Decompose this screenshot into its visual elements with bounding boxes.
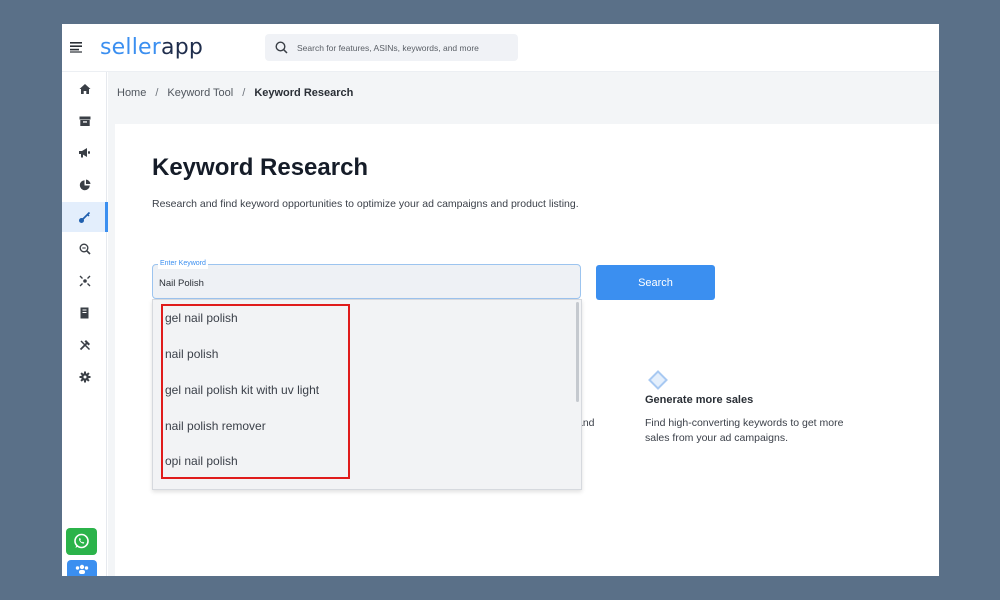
scan-icon [79,275,90,287]
page-subtitle: Research and find keyword opportunities … [152,198,579,210]
sidebar-item-reports[interactable] [62,298,107,328]
sidebar-item-home[interactable] [62,74,107,104]
keyword-suggestions-dropdown: gel nail polish nail polish gel nail pol… [152,299,582,490]
sidebar-item-analytics[interactable] [62,170,107,200]
sidebar [62,72,108,576]
highlight-annotation-box [161,304,350,479]
logo-seller-text: seller [100,35,162,60]
key-icon [79,211,91,223]
keyword-field[interactable]: Enter Keyword Nail Polish [152,259,581,299]
breadcrumb-separator: / [242,87,246,99]
breadcrumb-keyword-tool[interactable]: Keyword Tool [167,87,233,99]
people-button[interactable] [67,560,97,576]
keyword-input[interactable]: Nail Polish [159,278,204,289]
sidebar-item-campaigns[interactable] [62,138,107,168]
keyword-field-label: Enter Keyword [158,259,208,269]
main-content: Home / Keyword Tool / Keyword Research K… [108,72,939,576]
page-title: Keyword Research [152,154,369,181]
tools-icon [79,340,90,351]
search-button[interactable]: Search [596,265,715,300]
menu-icon[interactable] [70,41,82,53]
pie-chart-icon [79,179,90,191]
global-search[interactable] [265,34,518,61]
top-bar: sellerapp [62,24,939,72]
sidebar-item-archive[interactable] [62,106,107,136]
whatsapp-icon [74,533,89,549]
sidebar-item-product-research[interactable] [62,234,107,264]
sidebar-item-tools[interactable] [62,330,107,360]
dropdown-scrollbar[interactable] [576,302,579,402]
megaphone-icon [79,148,90,158]
keyword-research-card: Keyword Research Research and find keywo… [115,124,939,576]
whatsapp-button[interactable] [66,528,97,555]
feature-description: Find high-converting keywords to get mor… [645,417,844,444]
sellerapp-logo[interactable]: sellerapp [100,35,203,60]
people-icon [75,564,89,574]
app-window: sellerapp Search for features, ASINs, ke… [62,24,939,576]
home-icon [79,84,90,94]
zoom-search-icon [79,243,91,255]
breadcrumb-current: Keyword Research [254,87,354,99]
archive-icon [79,116,90,126]
diamond-icon [648,370,668,390]
breadcrumb-separator: / [155,87,159,99]
breadcrumb-home[interactable]: Home [117,87,146,99]
sidebar-item-scanner[interactable] [62,266,107,296]
notebook-icon [80,307,89,319]
sidebar-item-keyword-tool[interactable] [62,202,108,232]
gear-icon [79,371,90,383]
search-icon [275,41,289,55]
feature-title: Generate more sales [645,394,754,406]
sidebar-item-settings[interactable] [62,362,107,392]
logo-app-text: app [161,35,204,60]
global-search-input[interactable] [297,42,517,53]
breadcrumb: Home / Keyword Tool / Keyword Research [117,87,353,99]
